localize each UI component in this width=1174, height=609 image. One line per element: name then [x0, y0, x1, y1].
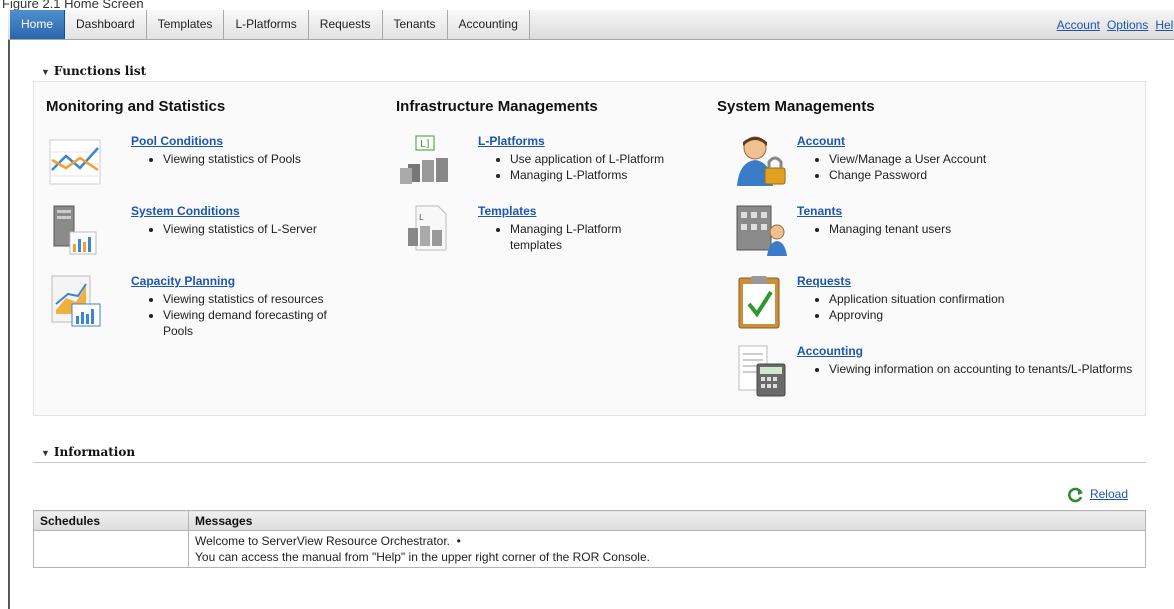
tab-dashboard[interactable]: Dashboard — [65, 10, 147, 39]
tab-templates[interactable]: Templates — [146, 10, 225, 39]
top-navigation-bar: Home Dashboard Templates L-Platforms Req… — [8, 10, 1174, 40]
list-item: Use application of L-Platform — [510, 151, 738, 167]
capacity-planning-link[interactable]: Capacity Planning — [131, 274, 391, 288]
function-item-l-platforms: L] L-Platforms Use application of L-Plat… — [398, 134, 718, 194]
reload-icon[interactable] — [1068, 487, 1084, 503]
schedules-column-header: Schedules — [33, 510, 189, 531]
list-item: Application situation confirmation — [829, 291, 1057, 307]
collapse-triangle-icon[interactable]: ▼ — [41, 448, 50, 458]
list-item: Viewing statistics of L-Server — [163, 221, 391, 237]
list-item: Managing L-Platform templates — [510, 221, 670, 253]
list-item: Viewing information on accounting to ten… — [829, 361, 1149, 377]
schedule-cell — [33, 530, 189, 568]
list-item: Viewing statistics of Pools — [163, 151, 391, 167]
function-item-pool-conditions: Pool Conditions Viewing statistics of Po… — [48, 134, 388, 194]
list-item: Change Password — [829, 167, 1057, 183]
tab-l-platforms[interactable]: L-Platforms — [224, 10, 309, 39]
table-row: Welcome to ServerView Resource Orchestra… — [33, 530, 1146, 568]
servers-icon[interactable]: L] — [398, 134, 454, 190]
list-item: Approving — [829, 307, 1057, 323]
list-item: View/Manage a User Account — [829, 151, 1057, 167]
accounting-function-link[interactable]: Accounting — [797, 344, 1147, 358]
main-tabs: Home Dashboard Templates L-Platforms Req… — [10, 10, 530, 40]
infrastructure-managements-heading: Infrastructure Managements — [396, 98, 598, 115]
system-conditions-link[interactable]: System Conditions — [131, 204, 391, 218]
list-item: Managing L-Platforms — [510, 167, 738, 183]
pool-conditions-link[interactable]: Pool Conditions — [131, 134, 391, 148]
templates-link[interactable]: Templates — [478, 204, 738, 218]
building-user-icon[interactable] — [735, 204, 791, 260]
capacity-chart-icon[interactable] — [48, 274, 104, 330]
options-link[interactable]: Options — [1107, 18, 1148, 32]
list-item: Viewing demand forecasting of Pools — [163, 307, 353, 339]
reload-control[interactable]: Reload — [1068, 485, 1128, 503]
information-table: Schedules Messages Welcome to ServerView… — [33, 510, 1146, 568]
message-line: You can access the manual from "Help" in… — [195, 550, 650, 564]
functions-list-header[interactable]: ▼ Functions list — [33, 64, 1146, 82]
list-item: Viewing statistics of resources — [163, 291, 391, 307]
function-item-requests: Requests Application situation confirmat… — [735, 274, 1155, 334]
function-item-system-conditions: System Conditions Viewing statistics of … — [48, 204, 388, 264]
help-link[interactable]: Help — [1155, 18, 1174, 32]
function-item-accounting: Accounting Viewing information on accoun… — [735, 344, 1155, 404]
system-managements-heading: System Managements — [717, 98, 875, 115]
tab-home[interactable]: Home — [10, 10, 66, 39]
function-item-account: Account View/Manage a User Account Chang… — [735, 134, 1155, 194]
messages-column-header: Messages — [188, 510, 1146, 531]
figure-caption: Figure 2.1 Home Screen — [2, 0, 144, 10]
list-item: Managing tenant users — [829, 221, 1057, 237]
clipboard-check-icon[interactable] — [735, 274, 791, 330]
tenants-function-link[interactable]: Tenants — [797, 204, 1057, 218]
header-links: Account Options Help — [1050, 10, 1174, 40]
reload-link[interactable]: Reload — [1090, 487, 1128, 501]
tab-requests[interactable]: Requests — [308, 10, 383, 39]
function-item-templates: L Templates Managing L-Platform template… — [398, 204, 718, 264]
messages-cell: Welcome to ServerView Resource Orchestra… — [188, 530, 1146, 568]
svg-text:L]: L] — [420, 139, 430, 150]
calculator-icon[interactable] — [735, 344, 791, 400]
information-header[interactable]: ▼ Information — [33, 445, 1146, 463]
server-chart-icon[interactable] — [48, 204, 104, 260]
tab-accounting[interactable]: Accounting — [447, 10, 530, 39]
l-platforms-link[interactable]: L-Platforms — [478, 134, 738, 148]
tab-tenants[interactable]: Tenants — [382, 10, 448, 39]
message-line: Welcome to ServerView Resource Orchestra… — [195, 534, 461, 548]
template-icon[interactable]: L — [398, 204, 454, 260]
account-function-link[interactable]: Account — [797, 134, 1057, 148]
account-link[interactable]: Account — [1057, 18, 1100, 32]
svg-text:L: L — [419, 213, 424, 222]
monitoring-statistics-heading: Monitoring and Statistics — [46, 98, 226, 115]
requests-function-link[interactable]: Requests — [797, 274, 1057, 288]
collapse-triangle-icon[interactable]: ▼ — [41, 67, 50, 77]
function-item-capacity-planning: Capacity Planning Viewing statistics of … — [48, 274, 388, 354]
line-chart-icon[interactable] — [48, 134, 104, 190]
function-item-tenants: Tenants Managing tenant users — [735, 204, 1155, 264]
user-lock-icon[interactable] — [735, 134, 791, 190]
